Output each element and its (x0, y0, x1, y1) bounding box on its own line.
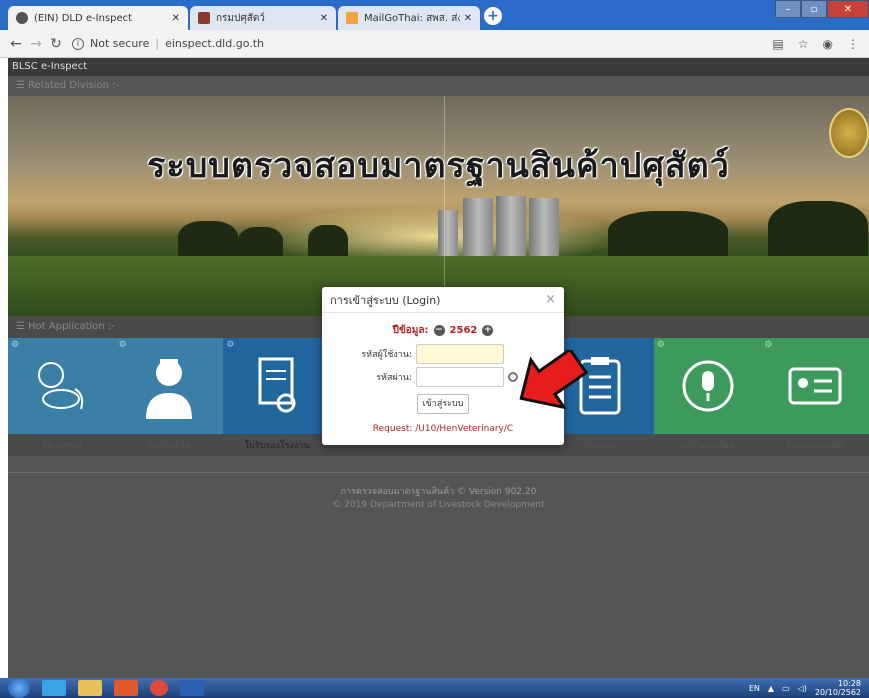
clock-date: 20/10/2562 (814, 688, 861, 697)
clock-time: 10:28 (837, 679, 861, 688)
address-bar: ← → ↻ i Not secure | einspect.dld.go.th … (0, 30, 869, 58)
word-icon[interactable] (180, 680, 204, 696)
window-close-icon[interactable]: ✕ (827, 0, 869, 18)
tile-disease-inspector[interactable]: ⚙ (115, 338, 224, 434)
tile-factory-certificate[interactable]: ⚙ (223, 338, 331, 434)
password-label: รหัสผ่าน: (376, 373, 412, 383)
dialog-close-icon[interactable]: × (545, 292, 556, 307)
browser-tab-strip: (EIN) DLD e-Inspect ✕ กรมปศุสัตว์ ✕ Mail… (0, 0, 869, 30)
omnibox[interactable]: i Not secure | einspect.dld.go.th (72, 37, 264, 50)
year-value: 2562 (449, 325, 478, 336)
username-input[interactable] (416, 344, 504, 364)
tab-title: (EIN) DLD e-Inspect (34, 12, 133, 24)
footer-divider (8, 472, 869, 473)
system-tray: EN ▲ ▭ ◁) 10:28 20/10/2562 (749, 678, 861, 698)
security-label: Not secure (90, 37, 150, 50)
bookmark-star-icon[interactable]: ☆ (798, 37, 809, 51)
certificate-icon (258, 357, 296, 413)
banner-title: ระบบตรวจสอบมาตรฐานสินค้าปศุสัตว์ (147, 146, 730, 186)
profile-icon[interactable]: ◉ (823, 37, 833, 51)
tab-dld[interactable]: กรมปศุสัตว์ ✕ (190, 6, 336, 30)
tile-veterinarian[interactable]: ⚙ (8, 338, 116, 434)
silo (438, 210, 458, 258)
tile-label[interactable]: ผู้ตรวจโรค (116, 436, 224, 456)
omnibox-separator: | (155, 37, 160, 50)
explorer-folder-icon[interactable] (78, 680, 102, 696)
chrome-page-icon (16, 12, 28, 24)
minimize-icon[interactable]: – (775, 0, 801, 18)
browser-toolbar-icons: ▤ ☆ ◉ ⋮ (772, 37, 859, 51)
clock[interactable]: 10:28 20/10/2562 (815, 679, 861, 697)
red-arrow-annotation-icon (519, 350, 589, 410)
year-selector: ปีข้อมูล: − 2562 + (322, 323, 564, 338)
doctor-icon (146, 359, 193, 419)
window-controls: – ▫ ✕ (775, 0, 869, 20)
media-player-icon[interactable] (114, 680, 138, 696)
tree (768, 201, 868, 261)
translate-icon[interactable]: ▤ (772, 37, 783, 51)
back-arrow-icon[interactable]: ← (6, 36, 26, 52)
tray-arrow-icon[interactable]: ▲ (768, 684, 774, 693)
pets-icon (37, 362, 83, 410)
year-label: ปีข้อมูล: (392, 325, 429, 336)
dialog-header: การเข้าสู่ระบบ (Login) × (322, 287, 564, 313)
tree (178, 221, 238, 261)
tab-close-icon[interactable]: ✕ (464, 13, 472, 24)
silo (463, 198, 493, 258)
silo (496, 196, 526, 258)
id-card-icon (788, 367, 842, 405)
dialog-title: การเข้าสู่ระบบ (Login) (330, 293, 441, 307)
microphone-icon (682, 360, 734, 412)
tile-label[interactable]: สัตวแพทย์ (8, 436, 116, 456)
footer-copyright: © 2019 Department of Livestock Developme… (332, 500, 545, 510)
menu-kebab-icon[interactable]: ⋮ (847, 37, 859, 51)
new-tab-button[interactable]: + (484, 7, 502, 25)
hero-banner: ระบบตรวจสอบมาตรฐานสินค้าปศุสัตว์ (8, 96, 869, 316)
tree (608, 211, 728, 261)
footer-version: การตรวจสอบมาตรฐานสินค้า © Version 902.20 (340, 487, 537, 497)
tile-settings-icon: ⚙ (764, 340, 773, 350)
request-path: Request: /U10/HenVeterinary/C (372, 424, 514, 434)
year-increase-icon[interactable]: + (482, 325, 494, 336)
network-icon[interactable]: ▭ (782, 684, 790, 693)
tile-settings-icon: ⚙ (118, 340, 127, 350)
windows-taskbar: EN ▲ ▭ ◁) 10:28 20/10/2562 (0, 678, 869, 698)
login-button[interactable]: เข้าสู่ระบบ (417, 394, 469, 414)
volume-icon[interactable]: ◁) (798, 684, 807, 693)
language-indicator[interactable]: EN (749, 684, 760, 693)
tile-settings-icon: ⚙ (656, 340, 665, 350)
ie-icon[interactable] (42, 680, 66, 696)
tab-mailgothai[interactable]: MailGoThai: สพส. ส่งหนังสือขอคะ ✕ (338, 6, 480, 30)
reload-icon[interactable]: ↻ (46, 36, 66, 52)
tile-settings-icon: ⚙ (226, 340, 235, 350)
forward-arrow-icon[interactable]: → (26, 36, 46, 52)
tab-title: กรมปศุสัตว์ (216, 12, 265, 24)
dld-emblem-logo (829, 108, 869, 158)
banner-divider (444, 96, 445, 316)
related-division-menu[interactable]: ☰ Related Division :- (8, 76, 869, 96)
tile-label[interactable]: ใบรับรองโรงงาน (223, 436, 331, 456)
mail-favicon-icon (346, 12, 358, 24)
password-input[interactable] (416, 367, 504, 387)
year-decrease-icon[interactable]: − (433, 325, 445, 336)
chrome-icon[interactable] (150, 680, 168, 696)
tile-label[interactable]: ผู้ตรวจประเมิน (761, 436, 869, 456)
site-top-bar: BLSC e-Inspect (8, 58, 869, 76)
dld-favicon-icon (198, 12, 210, 24)
tile-settings-icon: ⚙ (11, 340, 20, 350)
tab-close-icon[interactable]: ✕ (172, 13, 180, 24)
tab-ein-dld[interactable]: (EIN) DLD e-Inspect ✕ (8, 6, 188, 30)
start-button-icon[interactable] (8, 678, 30, 698)
info-icon[interactable]: i (72, 37, 84, 50)
tile-label[interactable]: ขอขึ้นทะเบียน (654, 436, 762, 456)
url-text[interactable]: einspect.dld.go.th (165, 37, 264, 50)
tile-assessor[interactable]: ⚙ (761, 338, 869, 434)
tab-title: MailGoThai: สพส. ส่งหนังสือขอคะ (364, 12, 460, 24)
silo (529, 198, 559, 258)
tile-registration[interactable]: ⚙ (653, 338, 762, 434)
maximize-icon[interactable]: ▫ (801, 0, 827, 18)
username-label: รหัสผู้ใช้งาน: (361, 350, 412, 360)
tab-close-icon[interactable]: ✕ (320, 13, 328, 24)
